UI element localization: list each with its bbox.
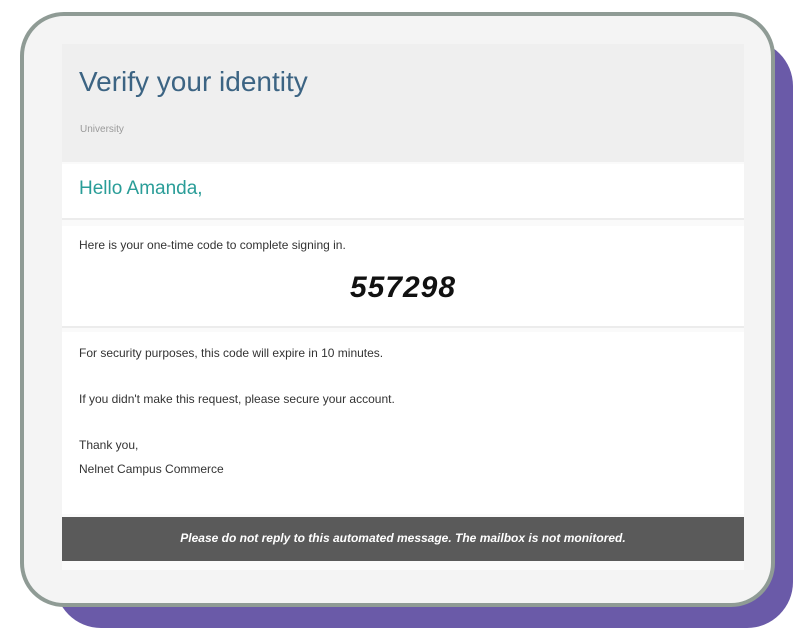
expiry-notice: For security purposes, this code will ex…: [79, 346, 384, 360]
code-intro-text: Here is your one-time code to complete s…: [79, 238, 346, 252]
greeting-section: Hello Amanda,: [62, 164, 744, 220]
email-subtitle: University: [80, 124, 124, 135]
email-message: Verify your identity University Hello Am…: [62, 44, 744, 570]
one-time-code[interactable]: 557298: [62, 271, 744, 305]
code-section: Here is your one-time code to complete s…: [62, 226, 744, 328]
security-notice: If you didn't make this request, please …: [79, 392, 395, 406]
email-header: Verify your identity University: [62, 44, 744, 162]
sender-name: Nelnet Campus Commerce: [79, 462, 224, 476]
email-title: Verify your identity: [79, 66, 308, 97]
signoff-text: Thank you,: [79, 438, 139, 452]
footer-notice: Please do not reply to this automated me…: [180, 531, 626, 545]
greeting-text: Hello Amanda,: [79, 178, 203, 199]
email-footer: Please do not reply to this automated me…: [62, 517, 744, 561]
email-body: For security purposes, this code will ex…: [62, 332, 744, 514]
